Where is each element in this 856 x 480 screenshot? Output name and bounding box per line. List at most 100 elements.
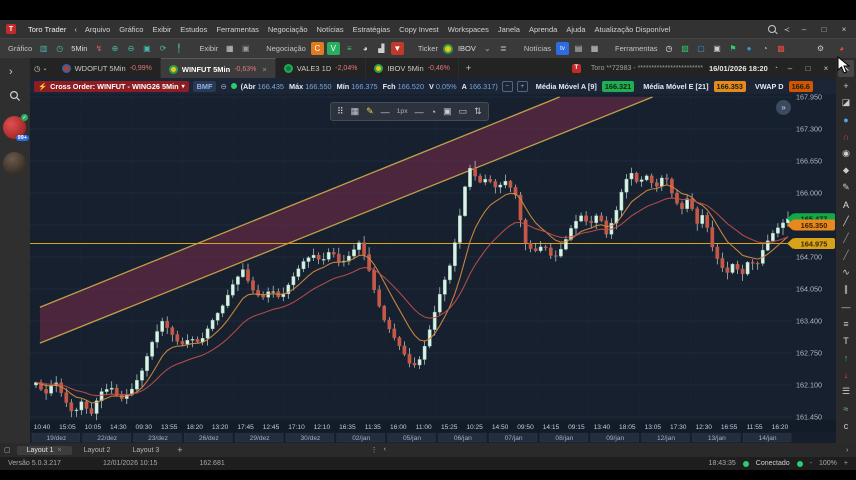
- paint-drop-icon[interactable]: ⬥: [838, 162, 854, 179]
- timeframe-label[interactable]: 5Min: [69, 44, 89, 53]
- scroll-right-arrow[interactable]: ›: [846, 447, 848, 454]
- collapse-study-icon[interactable]: ⊖: [220, 82, 226, 91]
- pencil-icon[interactable]: ✎: [366, 106, 374, 117]
- tab-vale3-1d[interactable]: VALE3 1D-2,04%: [276, 58, 367, 78]
- add-layout-button[interactable]: +: [171, 445, 188, 455]
- panel-collapse-button[interactable]: »: [776, 100, 791, 115]
- edit-chart-icon[interactable]: ✎: [838, 179, 854, 196]
- expand-panel-icon[interactable]: ›: [9, 66, 13, 78]
- scroll-left-arrow[interactable]: ‹: [384, 446, 386, 454]
- chat-head-avatar[interactable]: ✓ 99+: [3, 116, 26, 139]
- buy-ticket-icon[interactable]: C: [311, 42, 324, 55]
- tabs-clock-icon[interactable]: ◷: [34, 64, 41, 73]
- eraser-tool-icon[interactable]: ◪: [838, 94, 854, 111]
- tab-minimize-button[interactable]: –: [784, 64, 796, 73]
- layout-grid-icon[interactable]: ▦: [351, 106, 360, 117]
- tv-icon[interactable]: ▣: [711, 42, 724, 55]
- sidebar-search-icon[interactable]: [9, 90, 21, 102]
- menu-item-janela[interactable]: Janela: [498, 25, 520, 34]
- layout-tab-layout-3[interactable]: Layout 3: [122, 446, 169, 455]
- lock-icon[interactable]: ▣: [140, 42, 153, 55]
- zoom-out-icon[interactable]: ⊖: [124, 42, 137, 55]
- lock-view-icon[interactable]: ▣: [239, 42, 252, 55]
- close-button[interactable]: ×: [838, 25, 850, 34]
- text-tool-icon[interactable]: A: [838, 196, 854, 213]
- cross-order-selector[interactable]: ⚡ Cross Order: WINFUT - WING26 5Min ▾: [34, 81, 189, 92]
- refresh-icon[interactable]: ⟳: [156, 42, 169, 55]
- add-tab-button[interactable]: +: [459, 63, 478, 73]
- menu-item-ferramentas[interactable]: Ferramentas: [216, 25, 259, 34]
- layout-tab-layout-2[interactable]: Layout 2: [74, 446, 121, 455]
- tabs-clock-caret-icon[interactable]: ⌄: [43, 65, 48, 72]
- layout-tab-layout-1[interactable]: Layout 1×: [17, 446, 72, 455]
- menu-item-copy-invest[interactable]: Copy Invest: [399, 25, 439, 34]
- menu-back-icon[interactable]: ‹: [74, 25, 77, 34]
- screener-icon[interactable]: ▧: [679, 42, 692, 55]
- ray-tool-icon[interactable]: ╱: [838, 230, 854, 247]
- blocks-icon[interactable]: ▩: [775, 42, 788, 55]
- account-pie-icon[interactable]: ◕: [835, 42, 848, 55]
- panel-icon[interactable]: ▢: [695, 42, 708, 55]
- menu-item-negocia-o[interactable]: Negociação: [268, 25, 308, 34]
- dot-tool-icon[interactable]: ●: [838, 111, 854, 128]
- chart-area-icon[interactable]: ▥: [37, 42, 50, 55]
- zoom-out-button[interactable]: -: [810, 460, 812, 467]
- tab-close-icon[interactable]: ×: [262, 65, 266, 74]
- ticker-list-icon[interactable]: ≣: [497, 42, 510, 55]
- maximize-button[interactable]: □: [818, 25, 830, 34]
- parallel-channel-icon[interactable]: ∥: [838, 281, 854, 298]
- menu-item-estrat-gias[interactable]: Estratégias: [353, 25, 391, 34]
- drag-handle-icon[interactable]: ⠿: [337, 106, 344, 117]
- flag-chart-icon[interactable]: ⚑: [727, 42, 740, 55]
- tab-maximize-button[interactable]: □: [802, 64, 814, 73]
- trend-lines-icon[interactable]: ↯: [92, 42, 105, 55]
- cursor-tool-icon[interactable]: ↖: [838, 60, 854, 77]
- menu-item-gr-fico[interactable]: Gráfico: [119, 25, 143, 34]
- candles-icon[interactable]: ╿: [172, 42, 185, 55]
- line-sample-thick[interactable]: —: [415, 107, 424, 117]
- chat-head-avatar-2[interactable]: [3, 152, 26, 175]
- ticker-select-label[interactable]: IBOV: [456, 44, 478, 53]
- volume-bars-icon[interactable]: ▟: [375, 42, 388, 55]
- tab-close-button[interactable]: ×: [820, 64, 832, 73]
- trendline-tool-icon[interactable]: ╱: [838, 213, 854, 230]
- menu-item-workspaces[interactable]: Workspaces: [448, 25, 489, 34]
- eye-tool-icon[interactable]: ◉: [838, 145, 854, 162]
- menu-item-atualiza-o-dispon-vel[interactable]: Atualização Disponível: [595, 25, 671, 34]
- text-note-icon[interactable]: T: [838, 332, 854, 349]
- share-icon[interactable]: ≺: [784, 25, 790, 34]
- zoom-in-button[interactable]: +: [844, 460, 848, 467]
- menu-item-not-cias[interactable]: Notícias: [316, 25, 343, 34]
- list-tool-icon[interactable]: ☰: [838, 383, 854, 400]
- history-clock-icon[interactable]: ◔: [431, 107, 436, 117]
- zigzag-tool-icon[interactable]: ∿: [838, 264, 854, 281]
- price-chart[interactable]: 167.950167.300166.650166.000165.350164.7…: [30, 94, 836, 443]
- search-icon[interactable]: [768, 25, 776, 33]
- settings-sliders-icon[interactable]: ⇅: [474, 106, 482, 117]
- sessions-clock-icon[interactable]: ◷: [663, 42, 676, 55]
- history-clock-icon[interactable]: ◔: [774, 65, 778, 72]
- menu-item-aprenda[interactable]: Aprenda: [529, 25, 557, 34]
- gear-icon[interactable]: ⚙: [814, 42, 827, 55]
- ticker-caret-icon[interactable]: ⌄: [481, 42, 494, 55]
- line-width-label[interactable]: 1px: [397, 108, 408, 115]
- sell-ticket-icon[interactable]: V: [327, 42, 340, 55]
- timeframe-clock-icon[interactable]: ◷: [53, 42, 66, 55]
- arrow-up-icon[interactable]: ↑: [838, 349, 854, 366]
- order-book-icon[interactable]: ≡: [343, 42, 356, 55]
- extended-line-icon[interactable]: ╱: [838, 247, 854, 264]
- scale-minus-button[interactable]: −: [502, 81, 513, 92]
- risk-shield-icon[interactable]: ▼: [391, 42, 404, 55]
- alarm-icon[interactable]: ◔: [759, 42, 772, 55]
- minimize-button[interactable]: –: [798, 25, 810, 34]
- layout-tab-close-icon[interactable]: ×: [57, 447, 61, 454]
- newspaper-icon[interactable]: ▤: [572, 42, 585, 55]
- line-sample-thin[interactable]: —: [381, 107, 390, 117]
- tab-winfut-5min[interactable]: WINFUT 5Min-0,63%×: [161, 58, 276, 79]
- menu-item-arquivo[interactable]: Arquivo: [85, 25, 110, 34]
- horizontal-line-icon[interactable]: —: [838, 298, 854, 315]
- bars-pattern-icon[interactable]: ≡: [838, 315, 854, 332]
- menu-item-estudos[interactable]: Estudos: [180, 25, 207, 34]
- trash-icon[interactable]: ▭: [459, 106, 468, 117]
- chat-icon[interactable]: ●: [743, 42, 756, 55]
